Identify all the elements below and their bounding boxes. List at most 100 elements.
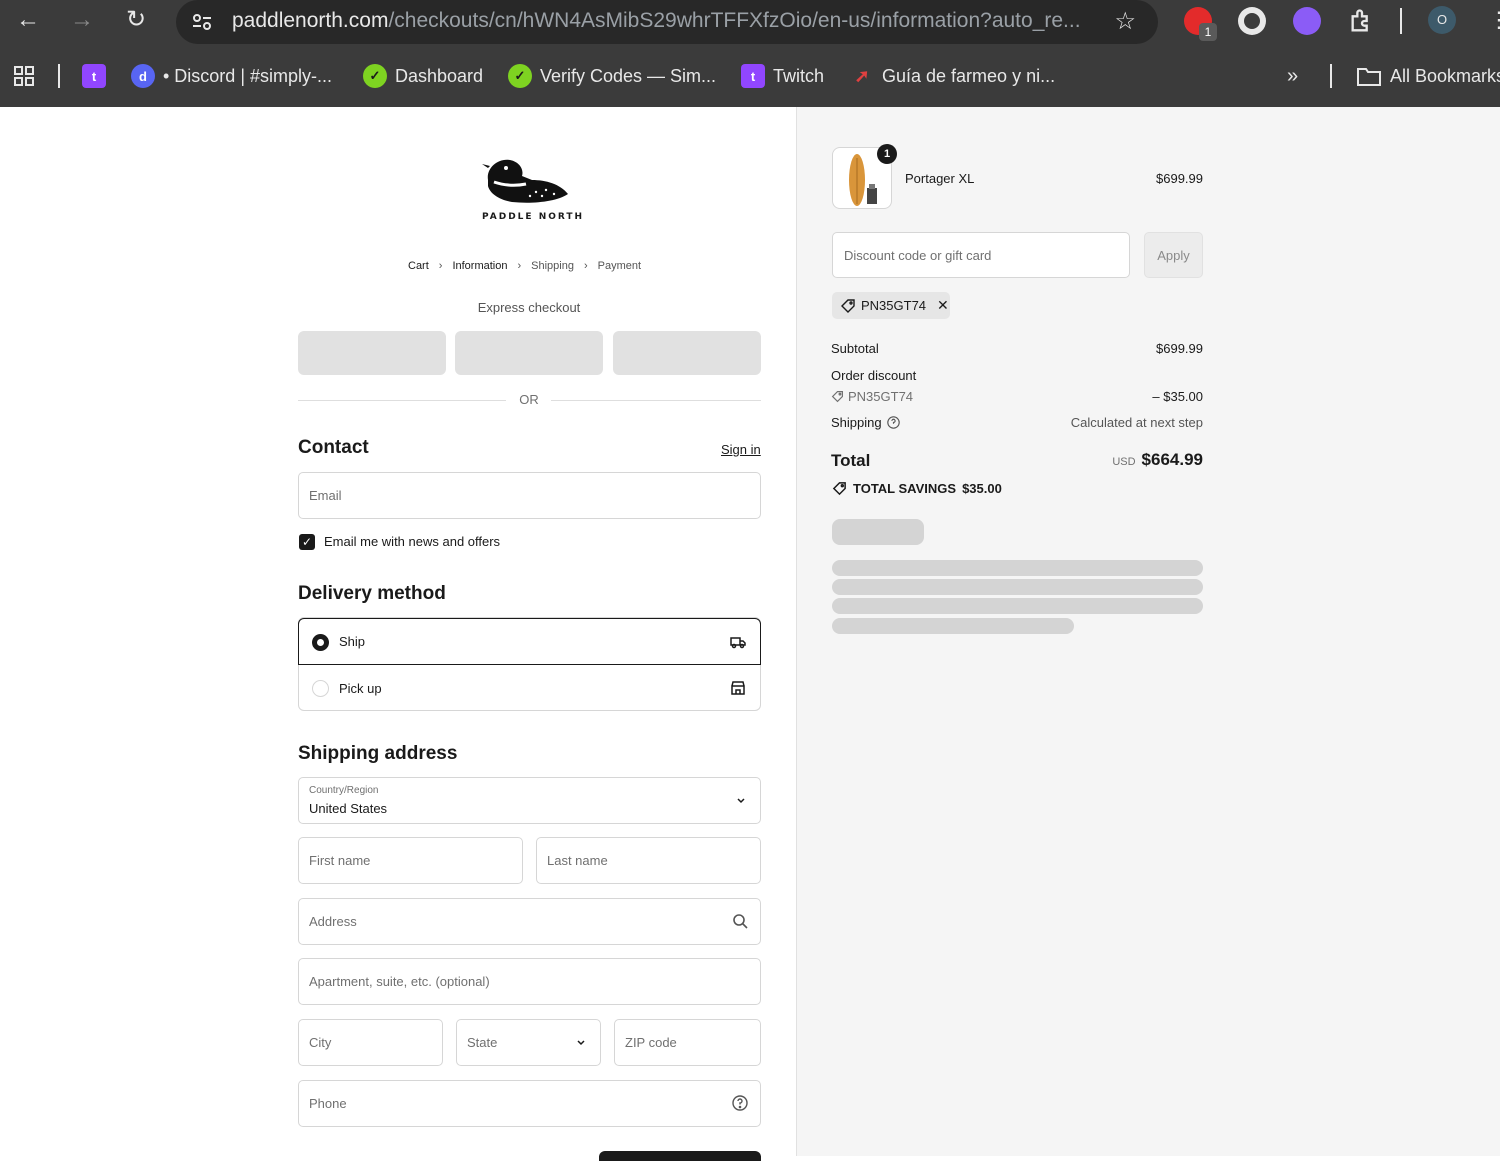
discount-code-input[interactable]: Discount code or gift card xyxy=(832,232,1130,278)
tag-icon xyxy=(831,391,843,403)
store-icon xyxy=(731,681,745,695)
delivery-method-group: Ship Pick up xyxy=(298,617,761,711)
order-discount-label: Order discount xyxy=(831,368,917,383)
bookmark-label: Twitch xyxy=(773,65,825,86)
bookmark-twitch[interactable]: t Twitch xyxy=(741,54,824,98)
help-circle-icon[interactable] xyxy=(886,416,900,429)
subtotal-label: Subtotal xyxy=(831,341,879,356)
site-settings-icon[interactable] xyxy=(190,10,214,34)
loading-skeleton xyxy=(832,618,1074,634)
loading-skeleton xyxy=(832,579,1203,595)
bookmark-dashboard[interactable]: ✓ Dashboard xyxy=(363,54,483,98)
subtotal-value: $699.99 xyxy=(1156,341,1203,356)
tag-icon xyxy=(841,298,855,313)
back-arrow-icon[interactable]: ← xyxy=(12,4,44,36)
divider-right xyxy=(551,400,761,401)
pickup-label: Pick up xyxy=(339,680,382,696)
country-label: Country/Region xyxy=(309,785,379,796)
savings-value: $35.00 xyxy=(962,481,1002,496)
reload-icon[interactable]: ↻ xyxy=(120,4,152,36)
state-placeholder: State xyxy=(467,1035,498,1050)
chevron-down-icon xyxy=(737,798,745,804)
pickup-radio[interactable] xyxy=(312,680,329,697)
apps-grid-icon[interactable] xyxy=(12,64,36,88)
applied-code-label: PN35GT74 xyxy=(861,298,927,313)
bookmarks-bar: t d • Discord | #simply-... ✓ Dashboard ✓ V… xyxy=(0,54,1500,98)
extension-badge: 1 xyxy=(1199,23,1217,41)
express-checkout-label: Express checkout xyxy=(477,300,581,315)
bookmark-label: Guía de farmeo y ni... xyxy=(882,65,1056,86)
phone-placeholder: Phone xyxy=(309,1096,347,1111)
bookmark-guia[interactable]: ➚ Guía de farmeo y ni... xyxy=(850,54,1055,98)
state-select[interactable]: State xyxy=(456,1019,601,1066)
twitch-icon: t xyxy=(741,64,765,88)
apartment-field[interactable]: Apartment, suite, etc. (optional) xyxy=(298,958,761,1005)
remove-discount-close-icon[interactable]: ✕ xyxy=(937,297,949,314)
delivery-option-pickup[interactable]: Pick up xyxy=(299,665,760,711)
newsletter-checkbox[interactable]: ✓ xyxy=(299,534,315,550)
tag-icon xyxy=(832,482,846,496)
express-pay-button-3[interactable] xyxy=(613,331,761,375)
apply-discount-button[interactable]: Apply xyxy=(1144,232,1203,278)
bookmark-star-icon[interactable]: ☆ xyxy=(1114,7,1136,36)
country-value: United States xyxy=(309,801,388,816)
address-field[interactable]: Address xyxy=(298,898,761,945)
loading-skeleton xyxy=(832,598,1203,614)
browser-menu-icon[interactable]: ⋮ xyxy=(1488,6,1500,34)
extension-face-icon[interactable] xyxy=(1238,7,1266,35)
sign-in-link[interactable]: Sign in xyxy=(721,442,761,457)
chevron-right-icon: › xyxy=(438,260,443,272)
twitch-icon: t xyxy=(82,64,106,88)
delivery-option-ship[interactable]: Ship xyxy=(298,618,761,665)
express-pay-button-1[interactable] xyxy=(298,331,446,375)
contact-heading: Contact xyxy=(298,437,369,458)
url-text: paddlenorth.com/checkouts/cn/hWN4AsMibS2… xyxy=(232,9,1081,32)
check-leaf-icon: ✓ xyxy=(363,64,387,88)
shipping-row-label: Shipping xyxy=(831,415,900,430)
address-bar[interactable]: paddlenorth.com/checkouts/cn/hWN4AsMibS2… xyxy=(176,0,1158,44)
forward-arrow-icon[interactable]: → xyxy=(66,4,98,36)
product-name: Portager XL xyxy=(905,171,975,186)
extensions-puzzle-icon[interactable] xyxy=(1348,7,1376,35)
extension-purple-icon[interactable] xyxy=(1293,7,1321,35)
continue-to-shipping-button[interactable] xyxy=(599,1151,761,1161)
chevron-down-icon xyxy=(577,1040,585,1046)
feather-icon: ➚ xyxy=(854,65,870,86)
bookmark-separator xyxy=(1330,64,1332,88)
total-savings: TOTAL SAVINGS $35.00 xyxy=(832,481,1002,496)
more-bookmarks-chevron-icon[interactable]: » xyxy=(1287,54,1298,98)
breadcrumb: Cart › Information › Shipping › Payment xyxy=(408,260,641,272)
toolbar-divider xyxy=(1400,8,1402,34)
shipping-address-heading: Shipping address xyxy=(298,743,458,764)
breadcrumb-information: Information xyxy=(452,260,508,272)
all-bookmarks-folder[interactable]: All Bookmarks xyxy=(1356,54,1500,98)
total-value: $664.99 xyxy=(1141,450,1203,469)
chevron-right-icon: › xyxy=(583,260,588,272)
phone-field[interactable]: Phone xyxy=(298,1080,761,1127)
first-name-field[interactable]: First name xyxy=(298,837,523,884)
email-field[interactable]: Email xyxy=(298,472,761,519)
bookmark-label: Verify Codes — Sim... xyxy=(540,65,717,86)
applied-discount-tag: PN35GT74 ✕ xyxy=(832,292,950,319)
delivery-heading: Delivery method xyxy=(298,583,446,604)
country-select[interactable]: Country/Region United States xyxy=(298,777,761,824)
product-price: $699.99 xyxy=(1156,171,1203,186)
express-pay-button-2[interactable] xyxy=(455,331,603,375)
bookmark-discord[interactable]: d • Discord | #simply-... xyxy=(131,54,332,98)
profile-avatar[interactable]: O xyxy=(1428,6,1456,34)
bookmark-twitch-icon-only[interactable]: t xyxy=(82,54,106,98)
help-circle-icon[interactable] xyxy=(732,1095,748,1111)
breadcrumb-cart[interactable]: Cart xyxy=(408,260,429,272)
order-discount-value: – $35.00 xyxy=(1152,389,1203,404)
truck-icon xyxy=(730,637,746,649)
loading-skeleton xyxy=(832,560,1203,576)
last-name-field[interactable]: Last name xyxy=(536,837,761,884)
ship-radio[interactable] xyxy=(312,634,329,651)
zip-field[interactable]: ZIP code xyxy=(614,1019,761,1066)
total-amount: USD $664.99 xyxy=(1060,450,1203,470)
bookmark-verify-codes[interactable]: ✓ Verify Codes — Sim... xyxy=(508,54,716,98)
check-leaf-icon: ✓ xyxy=(508,64,532,88)
city-field[interactable]: City xyxy=(298,1019,443,1066)
total-label: Total xyxy=(831,451,871,470)
all-bookmarks-label: All Bookmarks xyxy=(1390,65,1500,86)
